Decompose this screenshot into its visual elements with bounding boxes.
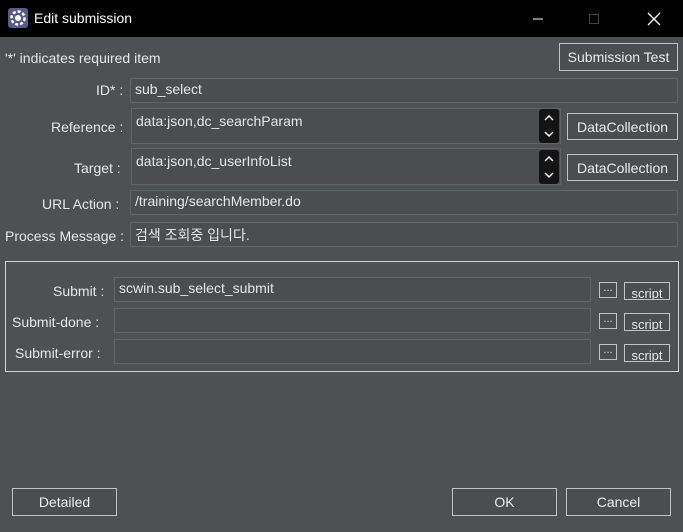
submit-error-script-button[interactable]: script [624, 344, 670, 362]
submit-error-input[interactable] [114, 339, 591, 364]
close-button[interactable] [631, 0, 677, 37]
submit-done-browse-button[interactable]: ... [599, 313, 617, 329]
reference-label: Reference : [51, 119, 124, 135]
submit-done-label: Submit-done : [12, 314, 100, 330]
required-note: '*' indicates required item [5, 50, 161, 66]
reference-datacollection-button[interactable]: DataCollection [567, 113, 678, 140]
chevron-up-icon[interactable] [544, 155, 554, 162]
submit-script-button[interactable]: script [624, 282, 670, 300]
minimize-icon [533, 18, 543, 19]
submit-error-label: Submit-error : [15, 345, 101, 361]
chevron-down-icon[interactable] [544, 131, 554, 138]
submit-done-script-button[interactable]: script [624, 313, 670, 331]
reference-input[interactable]: data:json,dc_searchParam [131, 108, 561, 144]
ok-button[interactable]: OK [452, 488, 557, 516]
id-input[interactable]: sub_select [130, 78, 678, 103]
url-action-label: URL Action : [42, 196, 120, 212]
app-gear-icon [8, 8, 28, 28]
reference-spinner[interactable] [539, 109, 559, 143]
submit-label: Submit : [53, 283, 105, 299]
chevron-up-icon[interactable] [544, 114, 554, 121]
submit-input[interactable]: scwin.sub_select_submit [114, 277, 591, 302]
detailed-button[interactable]: Detailed [12, 488, 117, 516]
process-message-input[interactable]: 검색 조회중 입니다. [130, 222, 678, 247]
close-icon [647, 12, 661, 25]
minimize-button[interactable] [515, 0, 561, 37]
target-input[interactable]: data:json,dc_userInfoList [131, 148, 561, 185]
target-label: Target : [74, 160, 121, 176]
cancel-button[interactable]: Cancel [566, 488, 671, 516]
maximize-button[interactable] [571, 0, 617, 37]
title-bar: Edit submission [0, 0, 683, 37]
submission-test-button[interactable]: Submission Test [559, 43, 678, 71]
url-action-input[interactable]: /training/searchMember.do [130, 190, 678, 215]
submit-done-input[interactable] [114, 308, 591, 333]
chevron-down-icon[interactable] [544, 172, 554, 179]
target-datacollection-button[interactable]: DataCollection [567, 154, 678, 181]
submit-browse-button[interactable]: ... [599, 282, 617, 298]
window-title: Edit submission [34, 10, 133, 26]
submit-error-browse-button[interactable]: ... [599, 344, 617, 360]
process-message-label: Process Message : [5, 228, 125, 244]
id-label: ID* : [96, 82, 124, 98]
maximize-icon [589, 13, 599, 24]
target-spinner[interactable] [539, 150, 559, 184]
